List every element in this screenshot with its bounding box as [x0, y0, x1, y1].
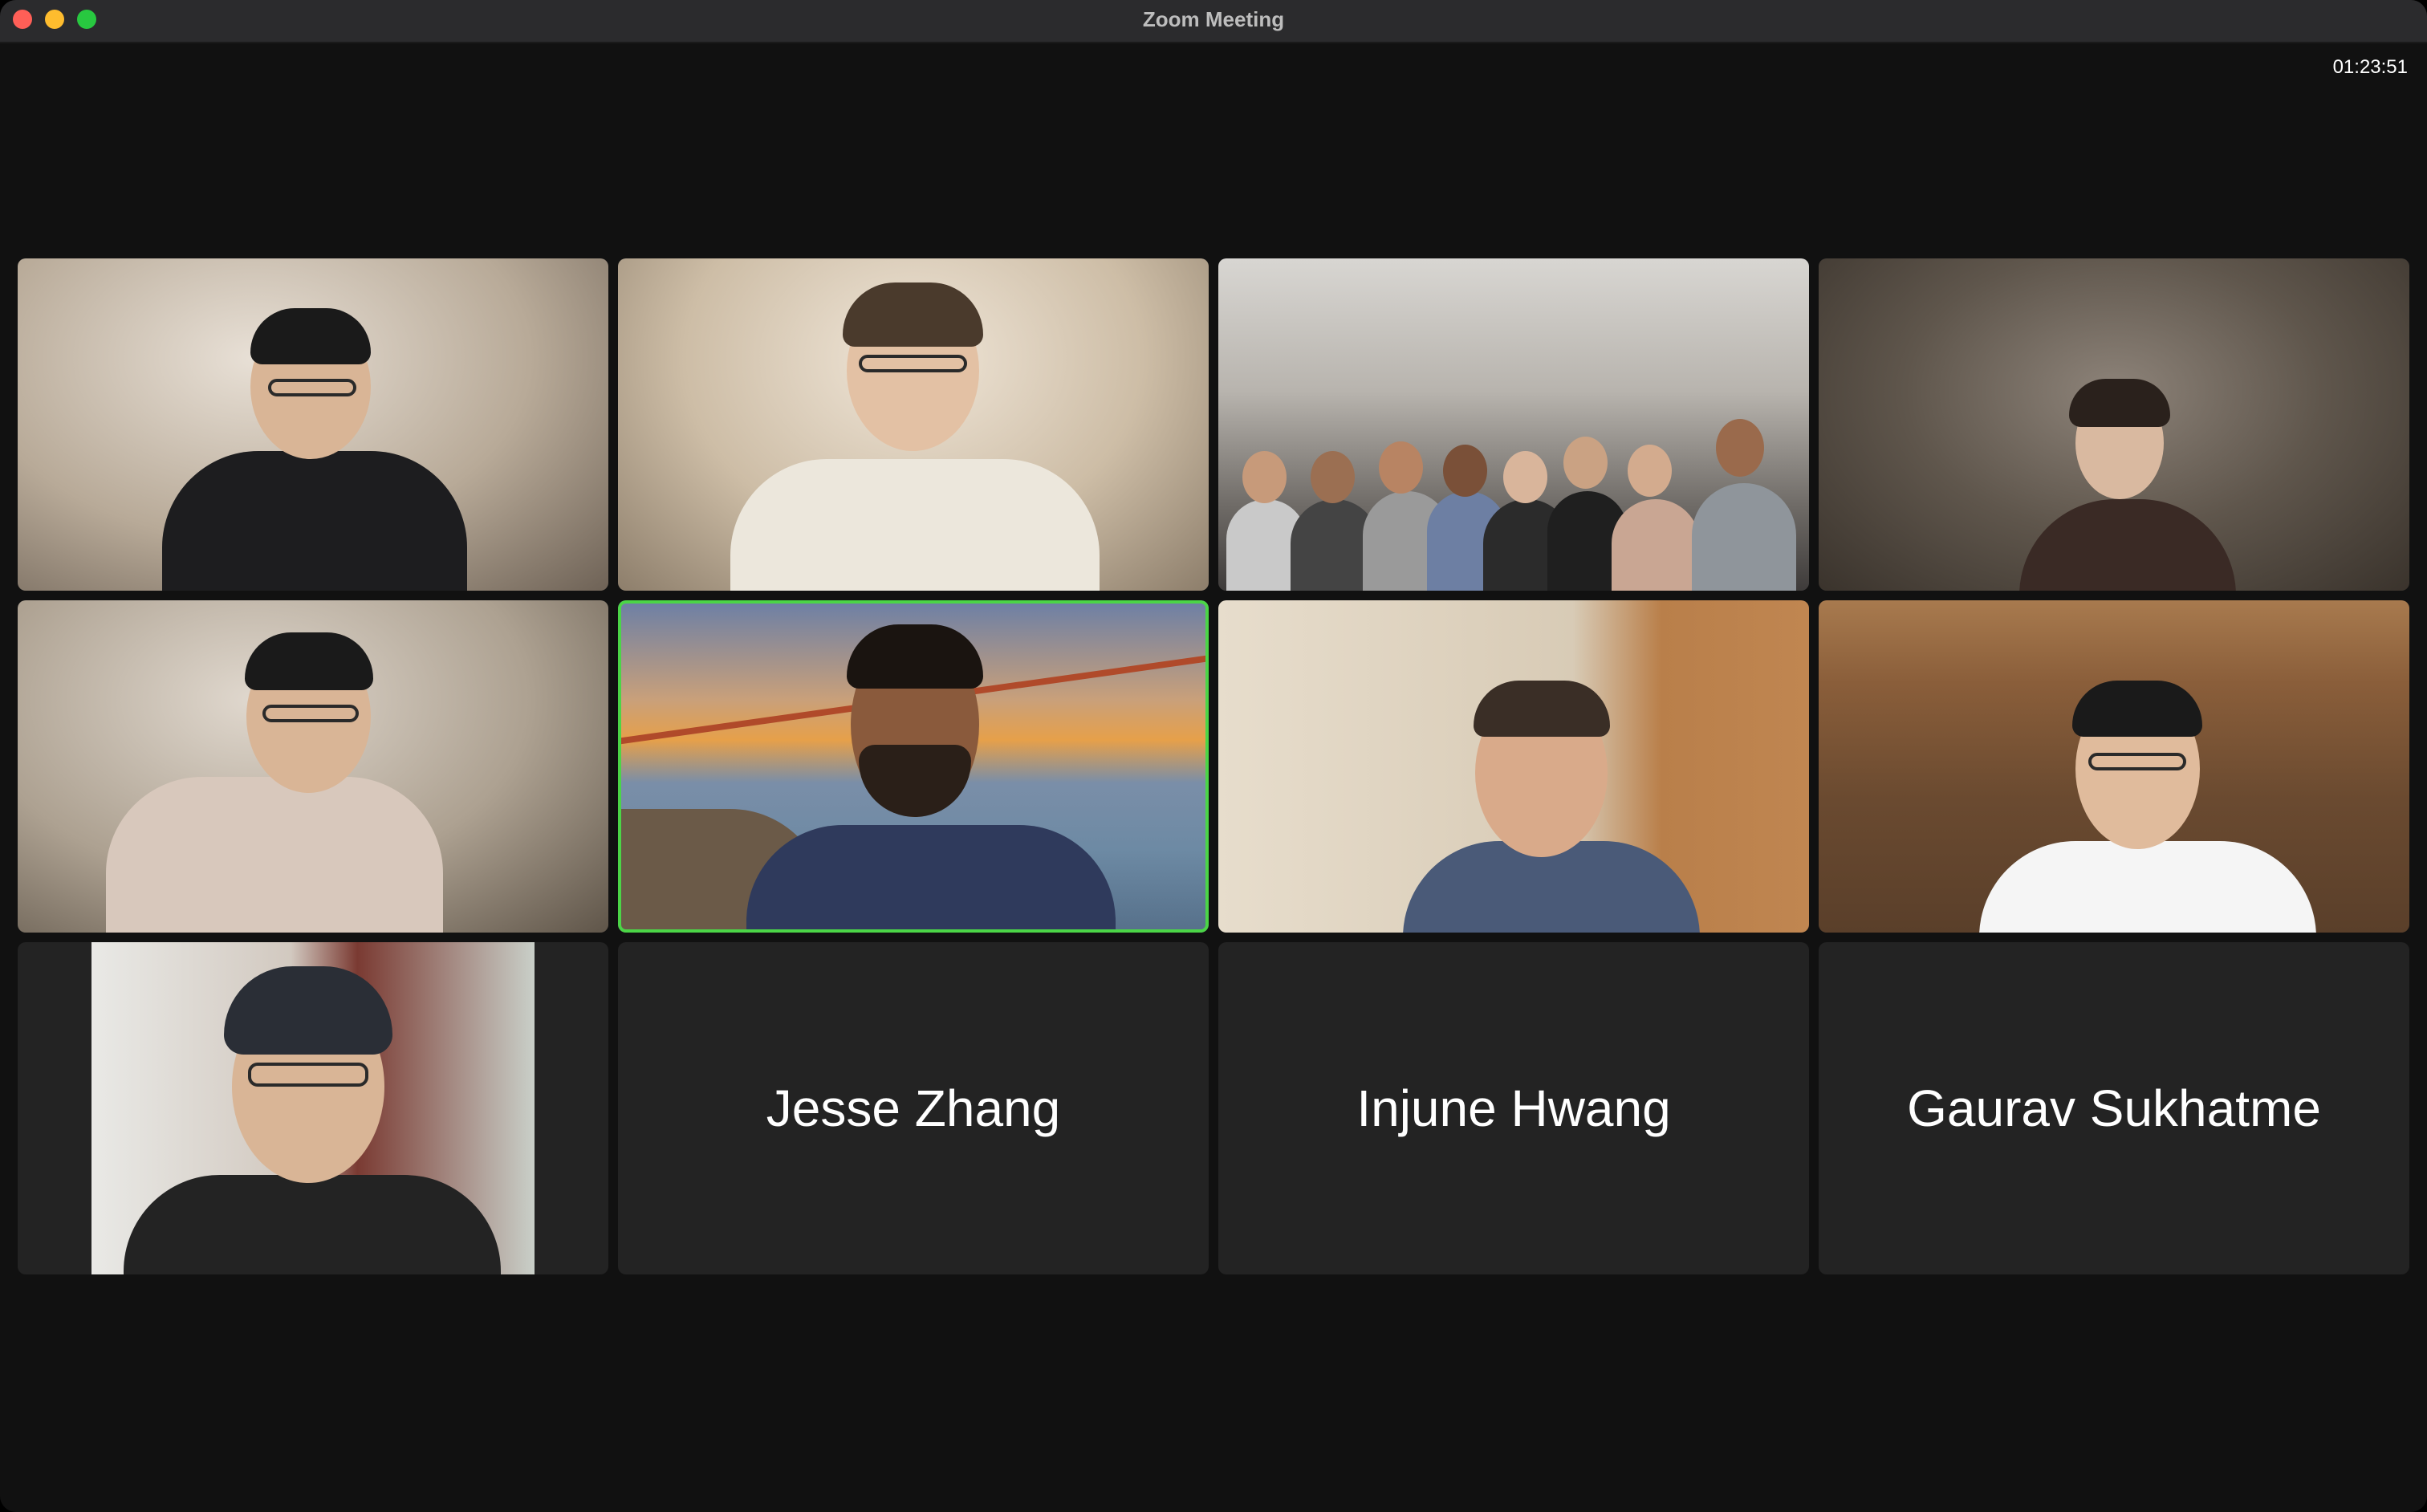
participant-video [1819, 600, 2409, 933]
participant-name: Jesse Zhang [766, 1079, 1061, 1137]
participant-video [91, 942, 535, 1274]
participant-video-tile[interactable] [18, 258, 608, 591]
title-bar: Zoom Meeting [0, 0, 2427, 43]
participant-video [1819, 258, 2409, 591]
participant-video-tile[interactable] [1218, 258, 1809, 591]
participant-video-tile[interactable] [618, 258, 1209, 591]
zoom-window: Zoom Meeting 01:23:51 Jesse Zhang Injune… [0, 0, 2427, 1512]
participant-video-tile-active-speaker[interactable] [618, 600, 1209, 933]
participant-name-tile[interactable]: Gaurav Sukhatme [1819, 942, 2409, 1274]
participant-video [618, 258, 1209, 591]
participant-name-tile[interactable]: Injune Hwang [1218, 942, 1809, 1274]
participant-name: Gaurav Sukhatme [1907, 1079, 2321, 1137]
participant-video [18, 258, 608, 591]
participant-name: Injune Hwang [1356, 1079, 1671, 1137]
participant-video [1218, 600, 1809, 933]
participant-video-tile[interactable] [1819, 600, 2409, 933]
meeting-timer: 01:23:51 [2332, 56, 2408, 78]
window-title: Zoom Meeting [1142, 7, 1285, 31]
participant-video-tile[interactable] [18, 600, 608, 933]
participant-video-tile[interactable] [1218, 600, 1809, 933]
participant-video-tile[interactable] [18, 942, 608, 1274]
participant-name-tile[interactable]: Jesse Zhang [618, 942, 1209, 1274]
participant-video-tile[interactable] [1819, 258, 2409, 591]
participant-video [1218, 258, 1809, 591]
active-speaker-highlight [618, 600, 1209, 933]
participant-video [18, 600, 608, 933]
